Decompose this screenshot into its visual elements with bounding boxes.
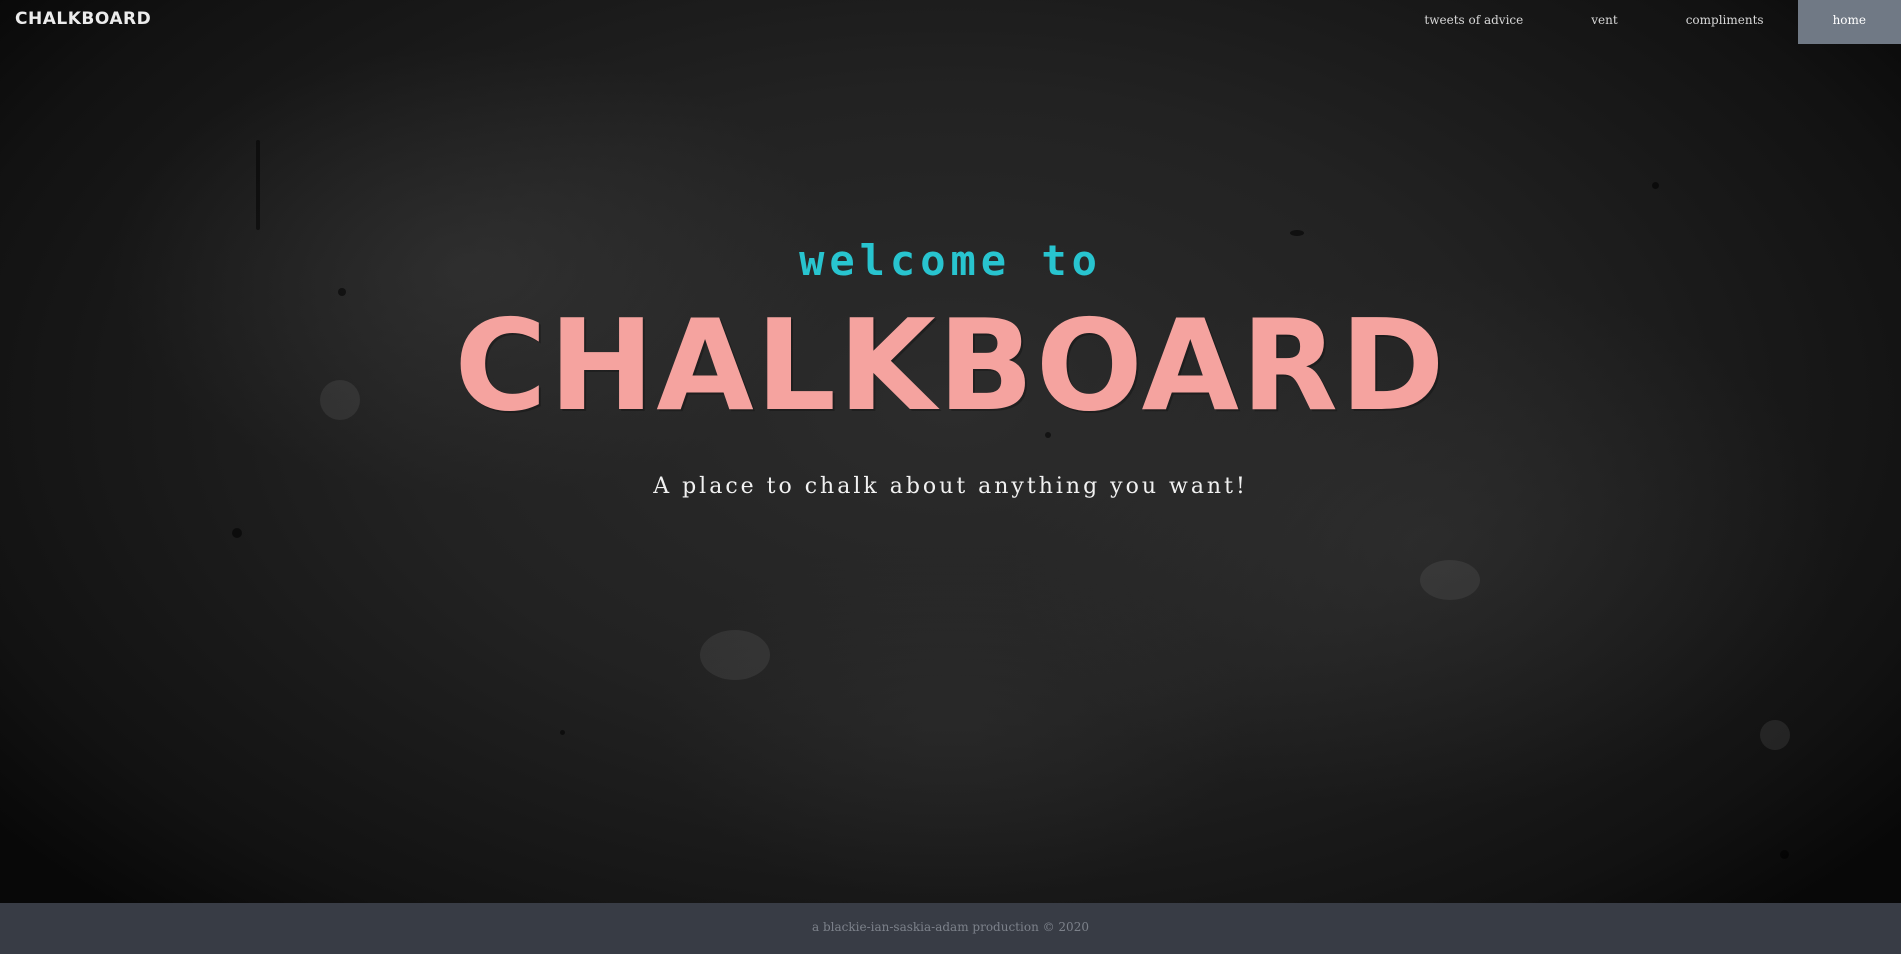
nav-link-compliments[interactable]: compliments: [1652, 0, 1798, 44]
page-footer: a blackie-ian-saskia-adam production © 2…: [0, 903, 1901, 954]
nav-link-vent[interactable]: vent: [1557, 0, 1651, 44]
hero-tagline: A place to chalk about anything you want…: [653, 474, 1248, 499]
hero-section: welcome to CHALKBOARD A place to chalk a…: [0, 0, 1901, 903]
brand-logo[interactable]: CHALKBOARD: [15, 9, 151, 29]
welcome-heading: welcome to: [799, 236, 1102, 285]
footer-credit: a blackie-ian-saskia-adam production © 2…: [812, 920, 1089, 934]
hero-title: CHALKBOARD: [454, 292, 1447, 439]
nav-links: tweets of advice vent compliments home: [1390, 0, 1901, 44]
nav-link-tweets-of-advice[interactable]: tweets of advice: [1390, 0, 1557, 44]
nav-link-home[interactable]: home: [1797, 0, 1901, 44]
top-navbar: CHALKBOARD tweets of advice vent complim…: [0, 0, 1901, 44]
